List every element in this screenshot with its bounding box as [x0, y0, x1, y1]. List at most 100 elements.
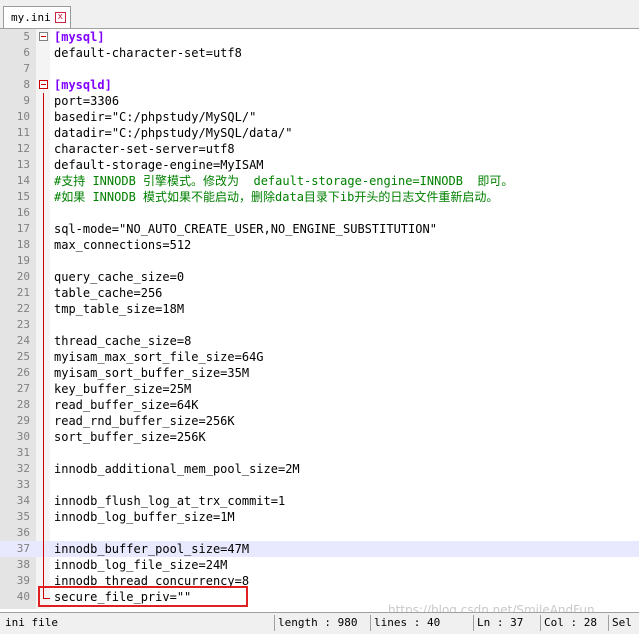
config-key: myisam_max_sort_file_size — [54, 350, 235, 364]
code-line[interactable]: 15 #如果 INNODB 模式如果不能启动，删除data目录下ib开头的日志文件… — [0, 189, 639, 205]
line-number: 27 — [16, 382, 30, 395]
equals-sign: = — [104, 110, 112, 124]
fold-line — [43, 109, 44, 125]
code-line[interactable]: 20 query_cache_size=0 — [0, 269, 639, 285]
fold-line — [43, 397, 44, 413]
code-line[interactable]: 7 — [0, 61, 639, 77]
code-line[interactable]: 17 sql-mode="NO_AUTO_CREATE_USER,NO_ENGIN… — [0, 221, 639, 237]
config-value: "C:/phpstudy/MySQL/" — [111, 110, 257, 124]
config-value: 47M — [227, 542, 250, 556]
code-line[interactable]: 37 innodb_buffer_pool_size=47M — [0, 541, 639, 557]
code-line[interactable]: 32 innodb_additional_mem_pool_size=2M — [0, 461, 639, 477]
code-line[interactable]: 10 basedir="C:/phpstudy/MySQL/" — [0, 109, 639, 125]
code-line[interactable]: 34 innodb_flush_log_at_trx_commit=1 — [0, 493, 639, 509]
config-value: 18M — [162, 302, 185, 316]
line-number: 37 — [16, 542, 30, 555]
fold-line — [43, 381, 44, 397]
code-line[interactable]: 6 default-character-set=utf8 — [0, 45, 639, 61]
config-value: "NO_AUTO_CREATE_USER,NO_ENGINE_SUBSTITUT… — [119, 222, 437, 236]
code-line[interactable]: 33 — [0, 477, 639, 493]
line-number: 6 — [23, 46, 30, 59]
code-line[interactable]: 26 myisam_sort_buffer_size=35M — [0, 365, 639, 381]
code-line[interactable]: 24 thread_cache_size=8 — [0, 333, 639, 349]
config-key: sort_buffer_size — [54, 430, 170, 444]
code-line[interactable]: 38 innodb_log_file_size=24M — [0, 557, 639, 573]
code-line[interactable]: 16 — [0, 205, 639, 221]
code-line[interactable]: 22 tmp_table_size=18M — [0, 301, 639, 317]
equals-sign: = — [169, 398, 177, 412]
fold-line — [43, 317, 44, 333]
line-text: myisam_max_sort_file_size=64G — [54, 349, 264, 365]
config-key: character-set-server — [54, 142, 199, 156]
line-number: 36 — [16, 526, 30, 539]
config-value: 256K — [205, 414, 235, 428]
code-line[interactable]: 18 max_connections=512 — [0, 237, 639, 253]
status-lines: lines : 40 — [370, 615, 440, 631]
code-line[interactable]: 27 key_buffer_size=25M — [0, 381, 639, 397]
fold-line — [43, 541, 44, 557]
line-number: 26 — [16, 366, 30, 379]
line-number: 29 — [16, 414, 30, 427]
code-lines: 5 [mysql] 6 default-character-set=utf8 7 8 [my… — [0, 29, 639, 605]
line-text: innodb_log_buffer_size=1M — [54, 509, 235, 525]
code-line[interactable]: 31 — [0, 445, 639, 461]
fold-toggle-icon[interactable] — [39, 32, 48, 41]
status-ln: Ln : 37 — [473, 615, 523, 631]
fold-line — [43, 301, 44, 317]
config-key: query_cache_size — [54, 270, 170, 284]
status-col: Col : 28 — [540, 615, 597, 631]
line-number: 30 — [16, 430, 30, 443]
fold-line — [43, 365, 44, 381]
status-length: length : 980 — [274, 615, 357, 631]
config-key: innodb_flush_log_at_trx_commit — [54, 494, 271, 508]
editor[interactable]: 5 [mysql] 6 default-character-set=utf8 7 8 [my… — [0, 29, 639, 609]
fold-line — [43, 493, 44, 509]
line-text: tmp_table_size=18M — [54, 301, 184, 317]
code-line[interactable]: 30 sort_buffer_size=256K — [0, 429, 639, 445]
line-number: 16 — [16, 206, 30, 219]
code-line[interactable]: 8 [mysqld] — [0, 77, 639, 93]
status-filetype: ini file — [5, 616, 58, 629]
tab-title: my.ini — [11, 11, 51, 24]
fold-line — [43, 413, 44, 429]
line-text: #如果 INNODB 模式如果不能启动，删除data目录下ib开头的日志文件重新… — [54, 189, 498, 205]
code-line[interactable]: 19 — [0, 253, 639, 269]
line-number: 10 — [16, 110, 30, 123]
config-value: MyISAM — [220, 158, 264, 172]
close-icon[interactable]: x — [54, 12, 66, 23]
fold-line — [43, 333, 44, 349]
line-number: 24 — [16, 334, 30, 347]
line-text: myisam_sort_buffer_size=35M — [54, 365, 249, 381]
code-line[interactable]: 12 character-set-server=utf8 — [0, 141, 639, 157]
fold-toggle-icon[interactable] — [39, 80, 48, 89]
code-line[interactable]: 9 port=3306 — [0, 93, 639, 109]
equals-sign: = — [111, 222, 120, 236]
equals-sign: = — [198, 142, 206, 156]
code-line[interactable]: 28 read_buffer_size=64K — [0, 397, 639, 413]
config-key: default-storage-engine — [54, 158, 213, 172]
code-line[interactable]: 29 read_rnd_buffer_size=256K — [0, 413, 639, 429]
config-key: innodb_log_file_size — [54, 558, 199, 572]
code-line[interactable]: 23 — [0, 317, 639, 333]
equals-sign: = — [198, 558, 206, 572]
config-key: innodb_additional_mem_pool_size — [54, 462, 278, 476]
tab-my-ini[interactable]: my.ini x — [3, 6, 71, 28]
code-line[interactable]: 21 table_cache=256 — [0, 285, 639, 301]
config-key: read_buffer_size — [54, 398, 170, 412]
fold-line — [43, 269, 44, 285]
equals-sign: = — [198, 414, 206, 428]
config-value: 24M — [205, 558, 228, 572]
code-line[interactable]: 11 datadir="C:/phpstudy/MySQL/data/" — [0, 125, 639, 141]
fold-line — [43, 477, 44, 493]
fold-line — [43, 253, 44, 269]
line-number: 13 — [16, 158, 30, 171]
code-line[interactable]: 14 #支持 INNODB 引擎模式。修改为 default-storage-en… — [0, 173, 639, 189]
code-line[interactable]: 5 [mysql] — [0, 29, 639, 45]
code-line[interactable]: 35 innodb_log_buffer_size=1M — [0, 509, 639, 525]
line-text: table_cache=256 — [54, 285, 162, 301]
code-line[interactable]: 25 myisam_max_sort_file_size=64G — [0, 349, 639, 365]
highlight-annotation-box — [38, 586, 248, 607]
equals-sign: = — [104, 126, 112, 140]
code-line[interactable]: 13 default-storage-engine=MyISAM — [0, 157, 639, 173]
code-line[interactable]: 36 — [0, 525, 639, 541]
